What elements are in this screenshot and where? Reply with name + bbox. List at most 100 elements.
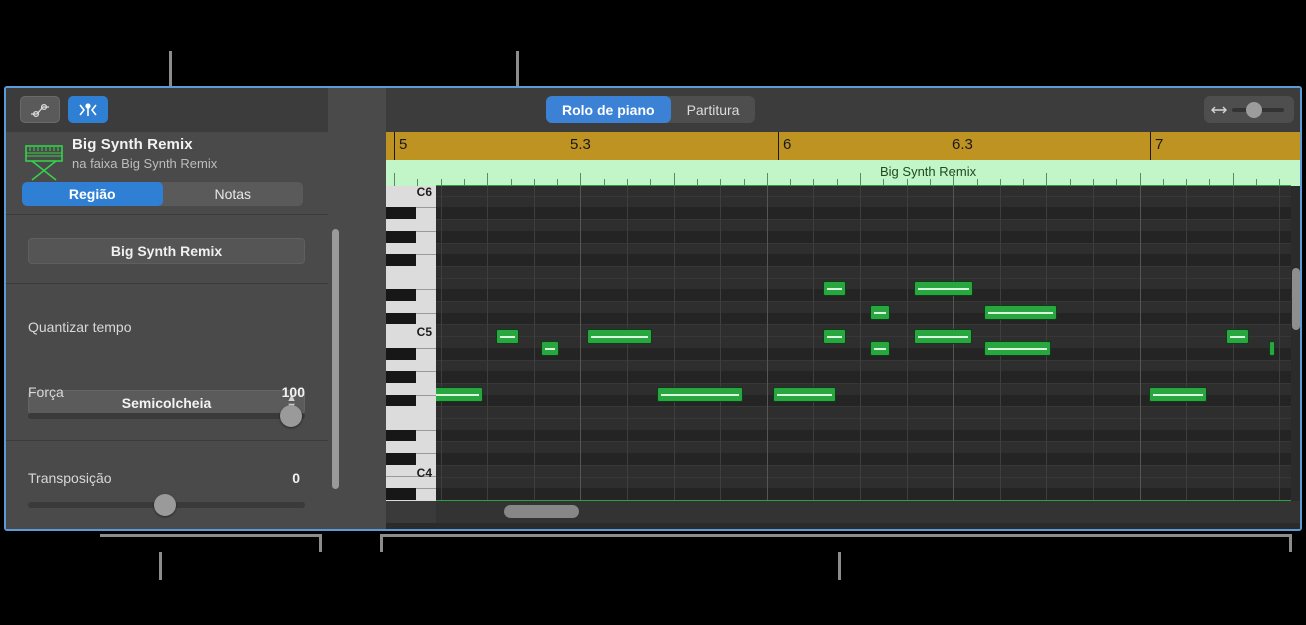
grid-row-line: [436, 324, 1291, 326]
flex-quantize-button[interactable]: [68, 96, 108, 123]
midi-note[interactable]: [823, 281, 846, 296]
midi-note[interactable]: [1269, 341, 1275, 356]
zoom-slider-knob[interactable]: [1246, 102, 1262, 118]
horizontal-scrollbar[interactable]: [504, 505, 579, 518]
region-title: Big Synth Remix: [72, 136, 193, 153]
note-velocity-bar: [777, 393, 832, 396]
callout-bracket-bottom-left-end: [100, 534, 103, 537]
ruler-bar-tick: [778, 132, 779, 160]
midi-note[interactable]: [541, 341, 559, 356]
midi-note[interactable]: [773, 387, 836, 402]
note-velocity-bar: [500, 335, 515, 338]
piano-roll-editor: Rolo de piano Partitura 5 5.3 6 6.3 7 Big Sy…: [386, 88, 1300, 529]
midi-note[interactable]: [914, 281, 973, 296]
note-velocity-bar: [874, 311, 886, 314]
automation-curve-icon: [31, 103, 49, 117]
piano-keyboard[interactable]: C6 C5 C4: [386, 186, 436, 501]
midi-note[interactable]: [984, 305, 1057, 320]
horizontal-resize-icon: [1211, 106, 1227, 114]
grid-beat-line: [534, 186, 535, 501]
note-velocity-bar: [918, 335, 968, 338]
piano-roll-window: Big Synth Remix na faixa Big Synth Remix…: [4, 86, 1302, 531]
synthesizer-icon: [25, 145, 63, 181]
region-subtitle: na faixa Big Synth Remix: [72, 156, 218, 171]
editor-view-tabs: Rolo de piano Partitura: [546, 96, 756, 123]
callout-bracket-bottom-right-left: [380, 534, 383, 552]
tab-rolo-de-piano[interactable]: Rolo de piano: [546, 96, 671, 123]
region-strip[interactable]: Big Synth Remix: [386, 160, 1300, 187]
keyboard-footer: [386, 501, 436, 523]
grid-beat-line: [1279, 186, 1280, 501]
grid-bar-line: [1140, 186, 1141, 501]
grid-row-line: [436, 301, 1291, 302]
midi-note[interactable]: [1149, 387, 1207, 402]
tab-notas[interactable]: Notas: [163, 182, 304, 206]
grid-row-line: [436, 418, 1291, 419]
midi-note[interactable]: [436, 387, 483, 402]
strength-slider-track[interactable]: [28, 413, 305, 419]
automation-curve-button[interactable]: [20, 96, 60, 123]
note-velocity-bar: [1153, 393, 1203, 396]
grid-row-line: [436, 277, 1291, 279]
transpose-slider-knob[interactable]: [154, 494, 176, 516]
grid-bar-line: [580, 186, 581, 501]
grid-row-line: [436, 265, 1291, 267]
midi-note[interactable]: [823, 329, 846, 344]
note-velocity-bar: [988, 311, 1053, 314]
ruler-bar-label: 6.3: [952, 136, 973, 153]
strength-value: 100: [281, 384, 305, 400]
screenshot-root: Big Synth Remix na faixa Big Synth Remix…: [0, 0, 1306, 625]
strength-slider-knob[interactable]: [280, 405, 302, 427]
note-velocity-bar: [591, 335, 648, 338]
inspector-footer: [328, 501, 386, 529]
midi-note[interactable]: [1226, 329, 1249, 344]
midi-note[interactable]: [496, 329, 519, 344]
inspector-panel: Big Synth Remix na faixa Big Synth Remix…: [6, 88, 328, 529]
grid-row-line: [436, 242, 1291, 244]
grid-row-line: [436, 476, 1291, 478]
callout-leader-top-left: [169, 51, 172, 86]
note-velocity-bar: [827, 287, 842, 290]
note-velocity-bar: [661, 393, 739, 396]
strength-label: Força: [28, 384, 64, 400]
midi-note[interactable]: [587, 329, 652, 344]
midi-note[interactable]: [870, 305, 890, 320]
region-strip-tick: [394, 173, 395, 186]
vertical-scrollbar[interactable]: [1292, 268, 1300, 330]
grid-beat-line: [441, 186, 442, 501]
region-strip-name: Big Synth Remix: [880, 164, 977, 179]
grid-beat-line: [674, 186, 675, 501]
callout-bracket-bottom-right: [380, 534, 1292, 537]
bar-ruler[interactable]: 5 5.3 6 6.3 7: [386, 132, 1300, 160]
note-velocity-bar: [918, 287, 969, 290]
region-strip-tick: [417, 179, 418, 186]
callout-leader-bottom-right-stem: [838, 552, 841, 580]
grid-row-line: [436, 382, 1291, 384]
tab-partitura[interactable]: Partitura: [671, 96, 756, 123]
inspector-scrollbar[interactable]: [332, 229, 339, 489]
callout-bracket-bottom-left: [100, 534, 322, 537]
note-velocity-bar: [436, 393, 479, 396]
ruler-bar-label: 6: [783, 136, 792, 153]
grid-beat-line: [1093, 186, 1094, 501]
note-velocity-bar: [1230, 335, 1245, 338]
midi-note[interactable]: [914, 329, 972, 344]
grid-row-line: [436, 219, 1291, 221]
divider: [6, 283, 328, 284]
grid-beat-line: [813, 186, 814, 501]
midi-note[interactable]: [870, 341, 890, 356]
tab-regiao[interactable]: Região: [22, 182, 163, 206]
note-velocity-bar: [545, 347, 555, 350]
region-name-field[interactable]: Big Synth Remix: [28, 238, 305, 264]
quantize-popup-button[interactable]: Semicolcheia ▲▼: [28, 390, 305, 415]
piano-roll-toolbar: Rolo de piano Partitura: [386, 88, 1300, 132]
callout-bracket-bottom-right-end: [1289, 534, 1292, 552]
note-velocity-bar: [874, 347, 886, 350]
ruler-bar-label: 5: [399, 136, 408, 153]
zoom-slider[interactable]: [1204, 96, 1294, 123]
note-grid[interactable]: [436, 186, 1291, 501]
ruler-bar-label: 5.3: [570, 136, 591, 153]
midi-note[interactable]: [984, 341, 1051, 356]
midi-note[interactable]: [657, 387, 743, 402]
callout-leader-top-right: [516, 51, 519, 86]
